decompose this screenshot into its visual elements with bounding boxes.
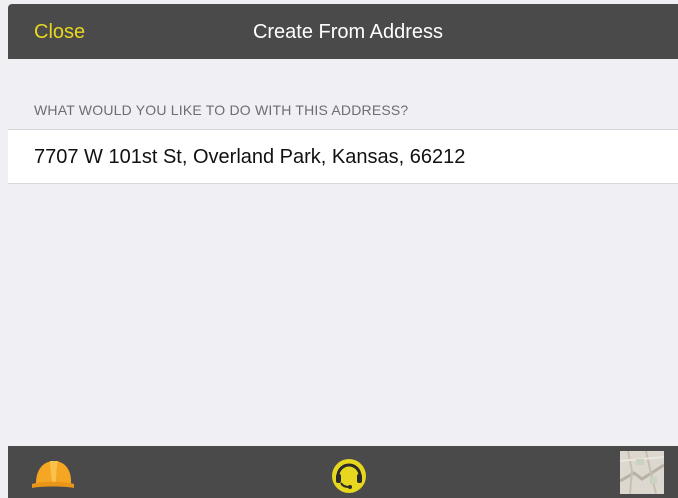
navigation-bar: Close Create From Address — [8, 4, 678, 59]
section-header: WHAT WOULD YOU LIKE TO DO WITH THIS ADDR… — [34, 102, 409, 118]
location-button[interactable] — [329, 456, 369, 496]
location-headset-icon — [332, 459, 366, 493]
app-window: Close Create From Address WHAT WOULD YOU… — [0, 0, 678, 498]
page-title: Create From Address — [252, 21, 444, 43]
main-content: WHAT WOULD YOU LIKE TO DO WITH THIS ADDR… — [8, 59, 678, 446]
hardhat-button[interactable] — [30, 455, 76, 493]
address-row[interactable]: 7707 W 101st St, Overland Park, Kansas, … — [8, 129, 678, 184]
map-button[interactable] — [619, 450, 665, 495]
hardhat-icon — [32, 461, 74, 488]
address-text: 7707 W 101st St, Overland Park, Kansas, … — [34, 146, 466, 168]
bottom-toolbar — [8, 446, 678, 498]
map-thumbnail-icon — [619, 450, 665, 495]
